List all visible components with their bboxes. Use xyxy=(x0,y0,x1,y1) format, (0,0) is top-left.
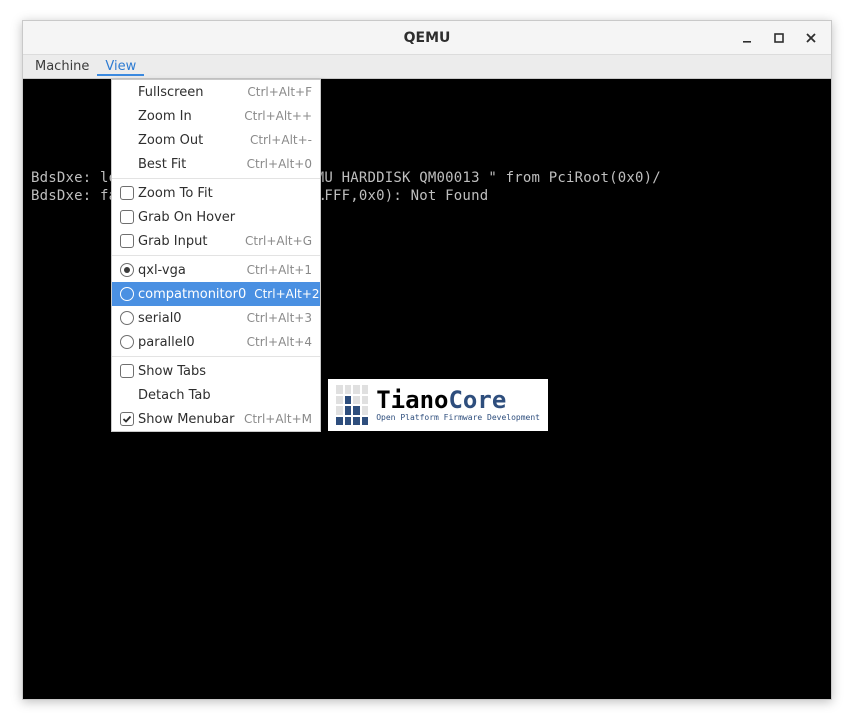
menu-item-label: Grab On Hover xyxy=(138,210,312,225)
menu-item-label: compatmonitor0 xyxy=(138,287,246,302)
menu-item-detach-tab[interactable]: Detach Tab xyxy=(112,383,320,407)
menu-item-qxl-vga[interactable]: qxl-vga Ctrl+Alt+1 xyxy=(112,258,320,282)
tianocore-brand: TianoCore xyxy=(376,388,540,412)
menu-item-grab-input[interactable]: Grab Input Ctrl+Alt+G xyxy=(112,229,320,253)
maximize-button[interactable] xyxy=(765,24,793,52)
menu-item-label: Grab Input xyxy=(138,234,237,249)
menu-item-indicator xyxy=(120,412,138,426)
menu-item-indicator xyxy=(120,210,138,224)
menu-item-compatmonitor0[interactable]: compatmonitor0 Ctrl+Alt+2 xyxy=(112,282,320,306)
menu-item-label: Fullscreen xyxy=(138,85,239,100)
menu-item-shortcut: Ctrl+Alt+4 xyxy=(247,335,312,349)
menu-separator xyxy=(112,255,320,256)
radio-icon xyxy=(120,263,134,277)
menu-item-indicator xyxy=(120,311,138,325)
menu-item-best-fit[interactable]: Best Fit Ctrl+Alt+0 xyxy=(112,152,320,176)
menu-item-label: qxl-vga xyxy=(138,263,239,278)
menu-item-indicator xyxy=(120,234,138,248)
menu-machine[interactable]: Machine xyxy=(27,57,97,76)
menu-item-label: Show Menubar xyxy=(138,412,236,427)
tianocore-brand-left: Tiano xyxy=(376,386,448,414)
menu-item-label: Best Fit xyxy=(138,157,239,172)
checkbox-icon xyxy=(120,210,134,224)
tianocore-logo-badge: TianoCore Open Platform Firmware Develop… xyxy=(328,379,548,431)
menu-item-indicator xyxy=(120,263,138,277)
menu-item-indicator xyxy=(120,364,138,378)
minimize-icon xyxy=(741,32,753,44)
menu-item-shortcut: Ctrl+Alt+F xyxy=(247,85,312,99)
menu-item-shortcut: Ctrl+Alt+G xyxy=(245,234,312,248)
checkbox-icon xyxy=(120,186,134,200)
menubar: Machine View xyxy=(23,55,831,79)
menu-item-shortcut: Ctrl+Alt+1 xyxy=(247,263,312,277)
menu-item-label: Show Tabs xyxy=(138,364,312,379)
menu-item-shortcut: Ctrl+Alt+2 xyxy=(254,287,319,301)
menu-item-show-menubar[interactable]: Show Menubar Ctrl+Alt+M xyxy=(112,407,320,431)
checkbox-icon xyxy=(120,364,134,378)
menu-item-shortcut: Ctrl+Alt+0 xyxy=(247,157,312,171)
menu-view[interactable]: View xyxy=(97,57,144,76)
radio-icon xyxy=(120,335,134,349)
menu-item-label: serial0 xyxy=(138,311,239,326)
menu-item-indicator xyxy=(120,186,138,200)
maximize-icon xyxy=(773,32,785,44)
menu-item-shortcut: Ctrl+Alt+3 xyxy=(247,311,312,325)
minimize-button[interactable] xyxy=(733,24,761,52)
close-icon xyxy=(805,32,817,44)
window-controls xyxy=(731,21,827,54)
app-window: QEMU Machine View BdsDxe: loa xyxy=(22,20,832,700)
tianocore-logo-icon xyxy=(336,385,368,425)
menu-item-shortcut: Ctrl+Alt+M xyxy=(244,412,312,426)
menu-item-label: Detach Tab xyxy=(138,388,312,403)
menu-item-indicator xyxy=(120,335,138,349)
menu-item-grab-on-hover[interactable]: Grab On Hover xyxy=(112,205,320,229)
close-button[interactable] xyxy=(797,24,825,52)
menu-item-fullscreen[interactable]: Fullscreen Ctrl+Alt+F xyxy=(112,80,320,104)
menu-item-zoom-in[interactable]: Zoom In Ctrl+Alt++ xyxy=(112,104,320,128)
window-title: QEMU xyxy=(404,30,451,46)
tianocore-brand-right: Core xyxy=(448,386,506,414)
titlebar: QEMU xyxy=(23,21,831,55)
menu-item-zoom-out[interactable]: Zoom Out Ctrl+Alt+- xyxy=(112,128,320,152)
menu-separator xyxy=(112,178,320,179)
menu-item-shortcut: Ctrl+Alt++ xyxy=(244,109,312,123)
view-menu-dropdown: FullscreenCtrl+Alt+FZoom InCtrl+Alt++Zoo… xyxy=(111,79,321,432)
menu-item-label: parallel0 xyxy=(138,335,239,350)
menu-item-label: Zoom To Fit xyxy=(138,186,312,201)
radio-icon xyxy=(120,311,134,325)
menu-item-show-tabs[interactable]: Show Tabs xyxy=(112,359,320,383)
menu-item-indicator xyxy=(120,287,138,301)
tianocore-subtitle: Open Platform Firmware Development xyxy=(376,414,540,422)
menu-item-label: Zoom Out xyxy=(138,133,242,148)
menu-separator xyxy=(112,356,320,357)
checkbox-icon xyxy=(120,234,134,248)
menu-item-zoom-to-fit[interactable]: Zoom To Fit xyxy=(112,181,320,205)
menu-item-shortcut: Ctrl+Alt+- xyxy=(250,133,312,147)
menu-item-serial0[interactable]: serial0 Ctrl+Alt+3 xyxy=(112,306,320,330)
checkbox-icon xyxy=(120,412,134,426)
menu-item-label: Zoom In xyxy=(138,109,236,124)
tianocore-text: TianoCore Open Platform Firmware Develop… xyxy=(376,388,540,422)
menu-item-parallel0[interactable]: parallel0 Ctrl+Alt+4 xyxy=(112,330,320,354)
radio-icon xyxy=(120,287,134,301)
